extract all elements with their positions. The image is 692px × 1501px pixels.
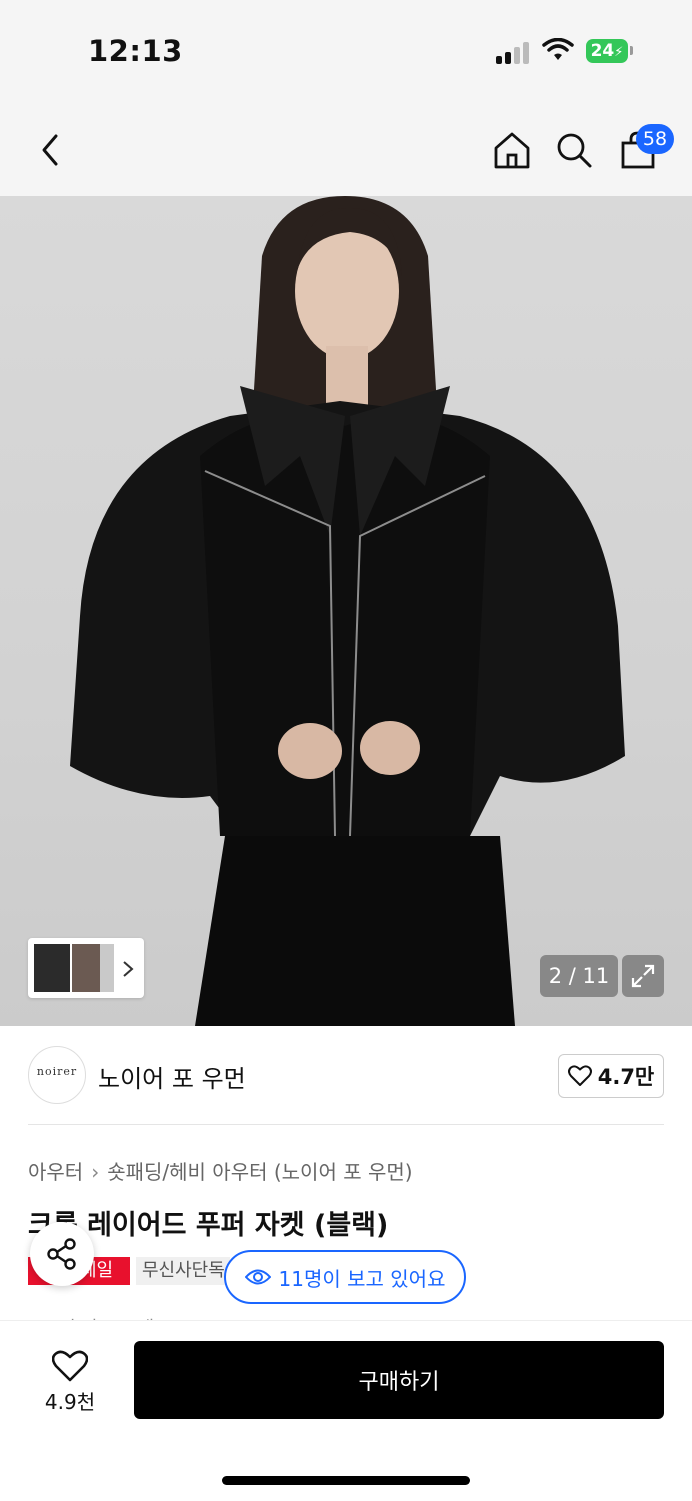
heart-icon bbox=[567, 1065, 592, 1086]
eye-icon bbox=[244, 1269, 271, 1285]
share-button[interactable] bbox=[30, 1222, 94, 1286]
breadcrumb-item[interactable]: 아우터 bbox=[28, 1160, 83, 1184]
divider bbox=[28, 1124, 664, 1125]
cart-count-badge: 58 bbox=[636, 124, 674, 154]
breadcrumb-item[interactable]: 숏패딩/헤비 아우터 (노이어 포 우먼) bbox=[107, 1160, 412, 1184]
share-icon bbox=[47, 1238, 76, 1270]
chevron-right-icon: › bbox=[91, 1160, 100, 1184]
thumbnail-strip[interactable] bbox=[28, 938, 144, 998]
thumbnail-image bbox=[100, 944, 114, 992]
status-time: 12:13 bbox=[88, 34, 183, 68]
brand-name[interactable]: 노이어 포 우먼 bbox=[98, 1059, 246, 1094]
thumbnail-image bbox=[34, 944, 70, 992]
heart-icon bbox=[52, 1350, 88, 1381]
wishlist-count: 4.9천 bbox=[44, 1389, 96, 1414]
expand-icon bbox=[631, 964, 655, 988]
buy-button[interactable]: 구매하기 bbox=[134, 1341, 664, 1419]
home-button[interactable] bbox=[490, 126, 534, 174]
chevron-left-icon bbox=[42, 134, 58, 166]
wishlist-button[interactable]: 4.9천 bbox=[30, 1344, 110, 1420]
battery-indicator: 24⚡ bbox=[586, 39, 628, 63]
search-icon bbox=[557, 133, 592, 168]
home-indicator bbox=[222, 1476, 470, 1485]
exclusive-tag: 무신사단독 bbox=[136, 1257, 230, 1285]
product-image[interactable] bbox=[0, 196, 692, 1026]
breadcrumb: 아우터 › 숏패딩/헤비 아우터 (노이어 포 우먼) bbox=[28, 1156, 413, 1185]
viewers-indicator: 11명이 보고 있어요 bbox=[224, 1250, 466, 1304]
battery-tip bbox=[630, 46, 633, 55]
brand-like-count: 4.7만 bbox=[597, 1065, 655, 1089]
back-button[interactable] bbox=[28, 126, 72, 174]
brand-like-button[interactable]: 4.7만 bbox=[558, 1054, 664, 1098]
viewers-text: 11명이 보고 있어요 bbox=[278, 1266, 446, 1291]
signal-icon bbox=[496, 42, 532, 64]
expand-image-button[interactable] bbox=[622, 955, 664, 997]
model-illustration bbox=[70, 196, 625, 1026]
image-counter: 2 / 11 bbox=[540, 955, 618, 997]
brand-logo[interactable]: noirer bbox=[28, 1046, 86, 1104]
chevron-right-icon bbox=[123, 961, 134, 977]
home-icon bbox=[494, 132, 530, 169]
search-button[interactable] bbox=[552, 126, 596, 174]
wifi-icon bbox=[542, 38, 574, 60]
